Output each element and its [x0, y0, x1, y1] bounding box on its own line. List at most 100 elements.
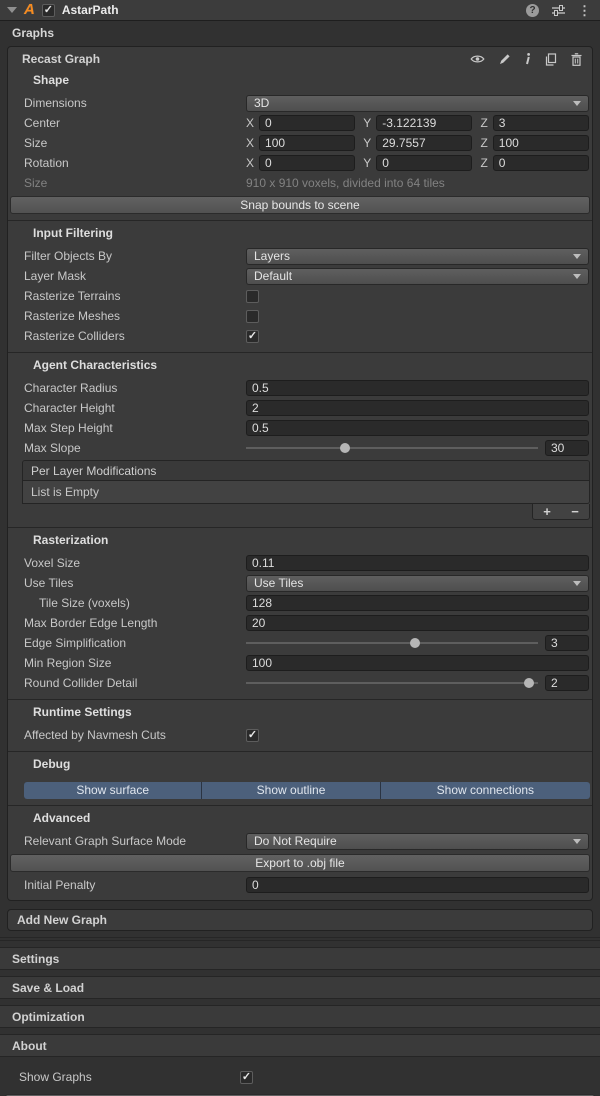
affected-by-navmesh-cuts-row: Affected by Navmesh Cuts — [8, 725, 592, 745]
chevron-down-icon — [573, 254, 581, 259]
use-tiles-value: Use Tiles — [254, 576, 303, 590]
edge-simplification-row: Edge Simplification 3 — [8, 633, 592, 653]
component-header: A AstarPath ? ⋮ — [0, 0, 600, 21]
dimensions-value: 3D — [254, 96, 269, 110]
slider-track — [246, 682, 538, 684]
max-slope-slider[interactable] — [246, 440, 538, 456]
recast-graph-header[interactable]: Recast Graph — [8, 47, 592, 68]
axis-y-label: Y — [363, 156, 371, 170]
export-obj-button[interactable]: Export to .obj file — [10, 854, 590, 872]
section-settings[interactable]: Settings — [0, 947, 600, 970]
initial-penalty-input[interactable]: 0 — [246, 877, 589, 893]
slider-handle[interactable] — [524, 678, 534, 688]
list-add-button[interactable]: + — [543, 506, 551, 518]
voxel-size-row: Voxel Size 0.11 — [8, 553, 592, 573]
section-about[interactable]: About — [0, 1034, 600, 1057]
max-border-edge-length-input[interactable]: 20 — [246, 615, 589, 631]
max-slope-input[interactable]: 30 — [545, 440, 589, 456]
axis-z-label: Z — [480, 156, 487, 170]
per-layer-modifications-list: Per Layer Modifications List is Empty — [22, 460, 590, 504]
recast-graph-title: Recast Graph — [22, 52, 100, 66]
rotation-z-input[interactable]: 0 — [493, 155, 589, 171]
size-z-input[interactable]: 100 — [493, 135, 589, 151]
rotation-x-input[interactable]: 0 — [259, 155, 355, 171]
slider-track — [246, 642, 538, 644]
center-row: Center X 0 Y -3.122139 Z 3 — [8, 113, 592, 133]
layer-mask-value: Default — [254, 269, 292, 283]
min-region-size-input[interactable]: 100 — [246, 655, 589, 671]
rasterize-colliders-checkbox[interactable] — [246, 330, 259, 343]
debug-heading: Debug — [8, 752, 592, 777]
menu-icon[interactable]: ⋮ — [578, 4, 591, 17]
axis-z-label: Z — [480, 116, 487, 130]
snap-bounds-button[interactable]: Snap bounds to scene — [10, 196, 590, 214]
filter-objects-by-dropdown[interactable]: Layers — [246, 248, 589, 265]
slider-handle[interactable] — [340, 443, 350, 453]
section-save-load[interactable]: Save & Load — [0, 976, 600, 999]
use-tiles-dropdown[interactable]: Use Tiles — [246, 575, 589, 592]
show-connections-button[interactable]: Show connections — [381, 782, 590, 799]
character-radius-input[interactable]: 0.5 — [246, 380, 589, 396]
round-collider-detail-slider[interactable] — [246, 675, 538, 691]
size-y-input[interactable]: 29.7557 — [376, 135, 472, 151]
duplicate-icon[interactable] — [545, 53, 557, 66]
dimensions-dropdown[interactable]: 3D — [246, 95, 589, 112]
surface-mode-dropdown[interactable]: Do Not Require — [246, 833, 589, 850]
show-surface-button[interactable]: Show surface — [24, 782, 201, 799]
surface-mode-value: Do Not Require — [254, 834, 337, 848]
foldout-arrow-icon[interactable] — [7, 7, 17, 13]
eye-icon[interactable] — [470, 54, 485, 64]
slider-handle[interactable] — [410, 638, 420, 648]
shape-heading: Shape — [8, 68, 592, 93]
pencil-icon[interactable] — [499, 53, 511, 65]
center-z-input[interactable]: 3 — [493, 115, 589, 131]
dimensions-row: Dimensions 3D — [8, 93, 592, 113]
rasterization-section: Rasterization Voxel Size 0.11 Use Tiles … — [8, 527, 592, 693]
rotation-vector: X 0 Y 0 Z 0 — [246, 155, 589, 171]
edge-simplification-label: Edge Simplification — [24, 636, 246, 650]
center-vector: X 0 Y -3.122139 Z 3 — [246, 115, 589, 131]
round-collider-detail-input[interactable]: 2 — [545, 675, 589, 691]
character-radius-label: Character Radius — [24, 381, 246, 395]
edge-simplification-input[interactable]: 3 — [545, 635, 589, 651]
size-row: Size X 100 Y 29.7557 Z 100 — [8, 133, 592, 153]
round-collider-detail-label: Round Collider Detail — [24, 676, 246, 690]
voxel-size-info-label: Size — [24, 176, 246, 190]
use-tiles-label: Use Tiles — [24, 576, 246, 590]
voxel-size-info-row: Size 910 x 910 voxels, divided into 64 t… — [8, 173, 592, 193]
edge-simplification-slider[interactable] — [246, 635, 538, 651]
rasterize-meshes-checkbox[interactable] — [246, 310, 259, 323]
voxel-size-input[interactable]: 0.11 — [246, 555, 589, 571]
max-step-height-input[interactable]: 0.5 — [246, 420, 589, 436]
graphs-section-heading[interactable]: Graphs — [0, 21, 600, 45]
center-y-input[interactable]: -3.122139 — [376, 115, 472, 131]
axis-y-label: Y — [363, 116, 371, 130]
rotation-y-input[interactable]: 0 — [376, 155, 472, 171]
show-graphs-checkbox[interactable] — [240, 1071, 253, 1084]
rasterize-terrains-checkbox[interactable] — [246, 290, 259, 303]
list-remove-button[interactable]: − — [571, 506, 579, 518]
tile-size-input[interactable]: 128 — [246, 595, 589, 611]
per-layer-modifications-header[interactable]: Per Layer Modifications — [23, 461, 589, 481]
min-region-size-label: Min Region Size — [24, 656, 246, 670]
component-enabled-checkbox[interactable] — [42, 4, 55, 17]
input-filtering-section: Input Filtering Filter Objects By Layers… — [8, 220, 592, 346]
list-footer: + − — [532, 504, 590, 520]
add-new-graph-button[interactable]: Add New Graph — [7, 909, 593, 931]
character-height-input[interactable]: 2 — [246, 400, 589, 416]
affected-by-navmesh-cuts-checkbox[interactable] — [246, 729, 259, 742]
trash-icon[interactable] — [571, 53, 582, 66]
advanced-section: Advanced Relevant Graph Surface Mode Do … — [8, 805, 592, 895]
axis-x-label: X — [246, 116, 254, 130]
presets-icon[interactable] — [552, 5, 565, 16]
section-optimization[interactable]: Optimization — [0, 1005, 600, 1028]
size-x-input[interactable]: 100 — [259, 135, 355, 151]
info-icon[interactable] — [525, 53, 531, 65]
help-icon[interactable]: ? — [526, 4, 539, 17]
center-x-input[interactable]: 0 — [259, 115, 355, 131]
recast-graph-toolbar — [470, 53, 582, 66]
layer-mask-dropdown[interactable]: Default — [246, 268, 589, 285]
filter-objects-by-label: Filter Objects By — [24, 249, 246, 263]
rasterize-meshes-label: Rasterize Meshes — [24, 309, 246, 323]
show-outline-button[interactable]: Show outline — [202, 782, 379, 799]
